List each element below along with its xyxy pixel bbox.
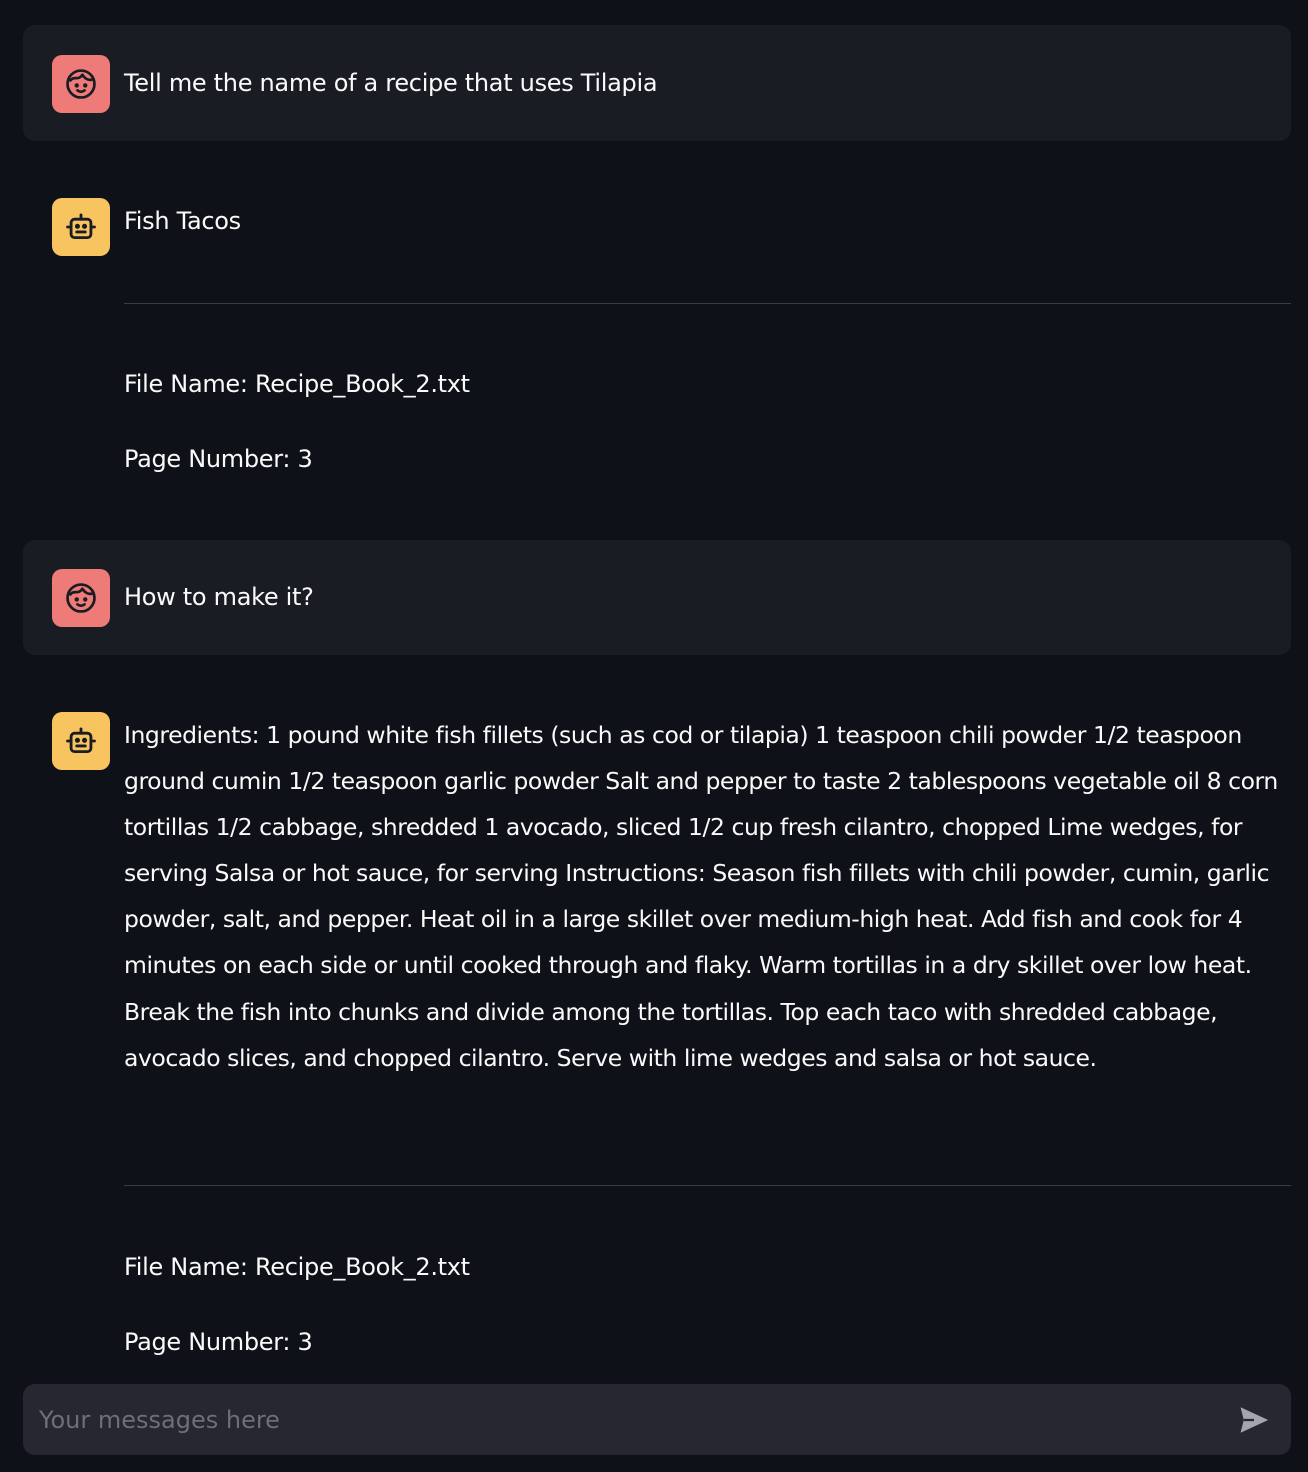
message-text: Ingredients: 1 pound white fish fillets … <box>124 721 1278 1072</box>
user-face-icon <box>66 583 96 613</box>
source-page-number: Page Number: 3 <box>124 445 313 473</box>
assistant-avatar <box>52 712 110 770</box>
source-file-name: File Name: Recipe_Book_2.txt <box>124 1253 470 1281</box>
user-face-icon <box>66 69 96 99</box>
chat-input-bar <box>23 1384 1291 1455</box>
chat-input[interactable] <box>23 1384 1203 1455</box>
user-message: How to make it? <box>23 540 1291 655</box>
assistant-message: Ingredients: 1 pound white fish fillets … <box>23 684 1291 1358</box>
message-text: How to make it? <box>124 583 314 611</box>
send-arrow-icon <box>1240 1407 1269 1433</box>
assistant-avatar <box>52 198 110 256</box>
message-text: Fish Tacos <box>124 207 241 235</box>
user-avatar <box>52 55 110 113</box>
send-button[interactable] <box>1235 1401 1273 1439</box>
divider <box>124 1185 1291 1186</box>
chat-history: Tell me the name of a recipe that uses T… <box>23 0 1291 1358</box>
user-message: Tell me the name of a recipe that uses T… <box>23 25 1291 141</box>
message-text: Tell me the name of a recipe that uses T… <box>124 69 658 97</box>
source-file-name: File Name: Recipe_Book_2.txt <box>124 370 470 398</box>
user-avatar <box>52 569 110 627</box>
robot-icon <box>66 213 96 240</box>
assistant-message: Fish Tacos File Name: Recipe_Book_2.txt … <box>23 170 1291 500</box>
robot-icon <box>66 727 96 754</box>
source-page-number: Page Number: 3 <box>124 1328 313 1356</box>
divider <box>124 303 1291 304</box>
